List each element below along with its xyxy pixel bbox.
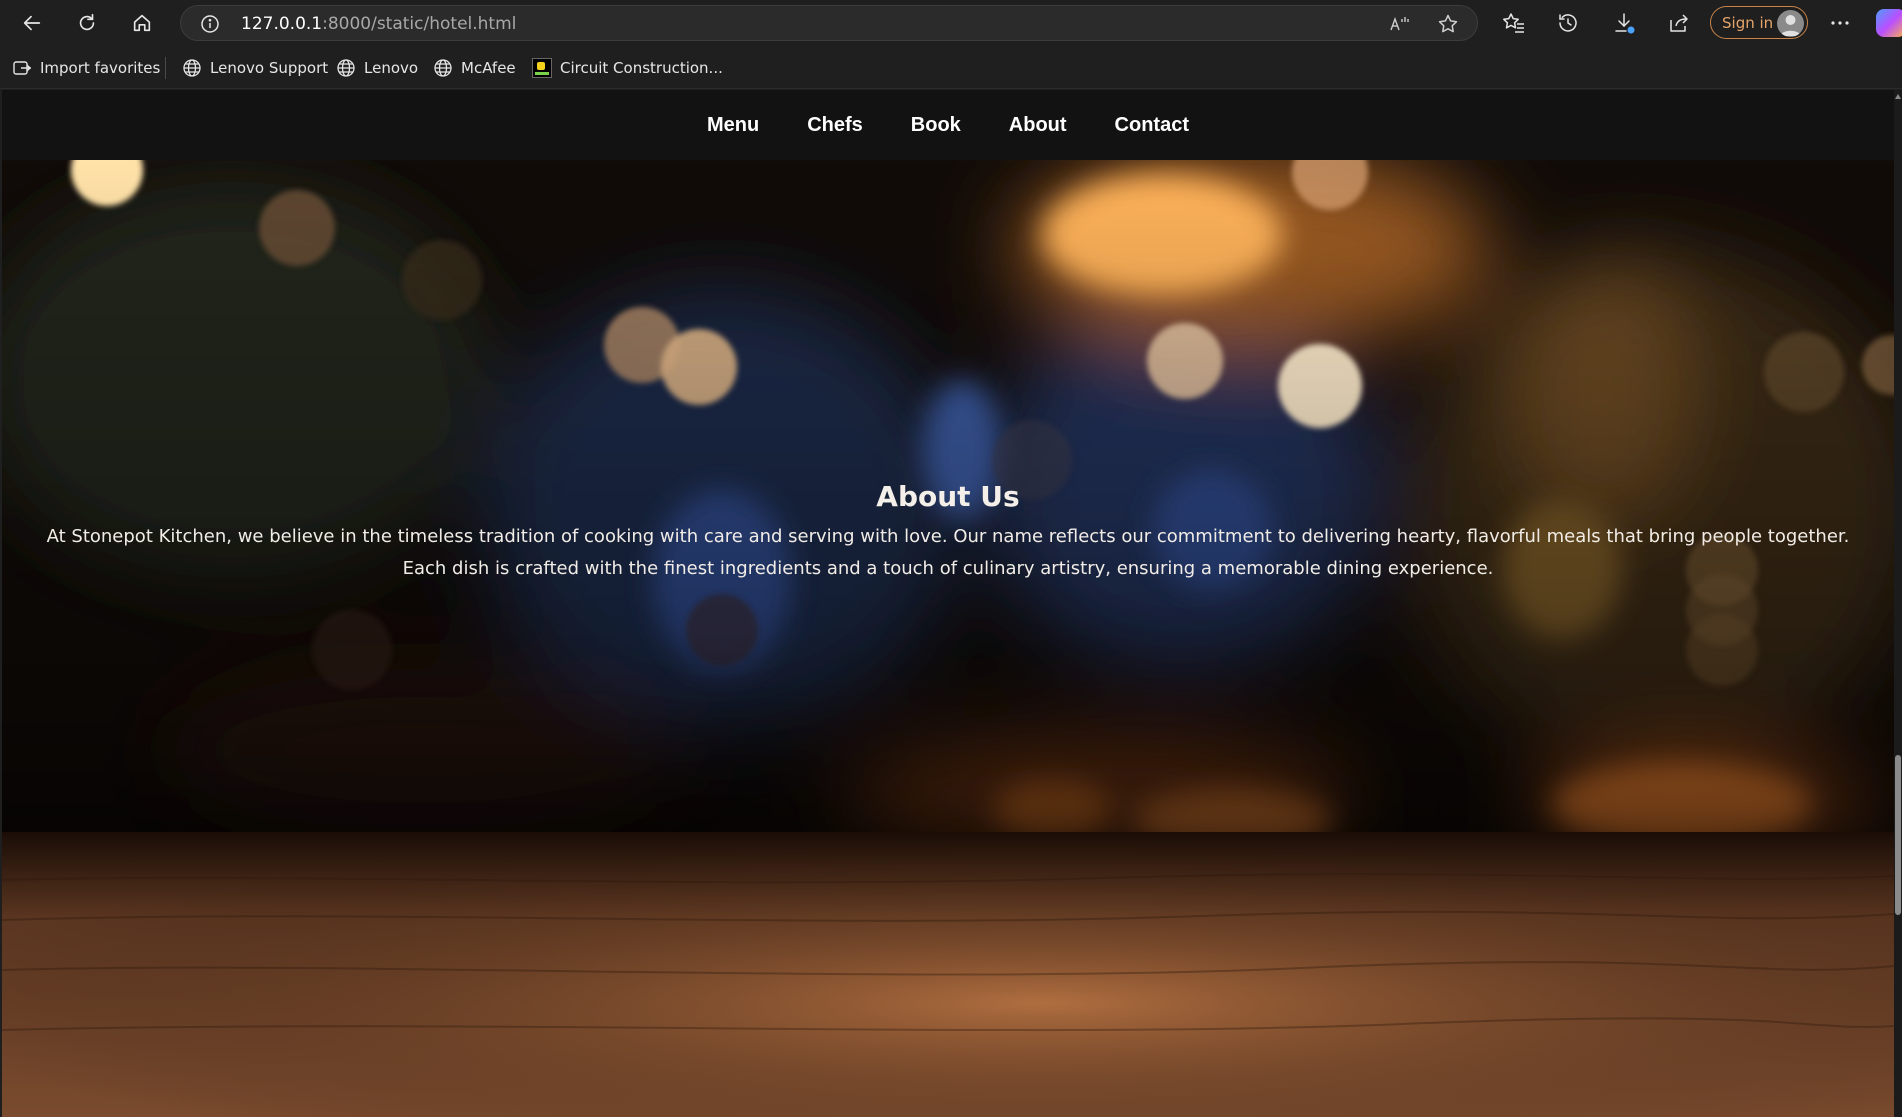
favorite-label: McAfee xyxy=(461,59,516,77)
about-hero-section: About Us At Stonepot Kitchen, we believe… xyxy=(2,160,1894,1117)
nav-link-contact[interactable]: Contact xyxy=(1115,114,1189,137)
page-scrollbar[interactable] xyxy=(1894,90,1902,1117)
globe-icon xyxy=(337,59,355,77)
favorites-icon[interactable] xyxy=(1502,11,1526,35)
favorite-star-icon[interactable] xyxy=(1437,13,1459,35)
read-aloud-icon[interactable] xyxy=(1388,13,1410,35)
browser-toolbar: 127.0.0.1:8000/static/hotel.html Sign in xyxy=(0,0,1902,45)
profile-avatar-icon xyxy=(1777,10,1804,37)
favorite-import[interactable]: Import favorites xyxy=(12,57,160,79)
favorites-divider xyxy=(165,57,166,79)
url-path: :8000/static/hotel.html xyxy=(322,14,517,34)
bokeh-background-image xyxy=(2,160,1894,1117)
home-icon xyxy=(133,14,151,32)
downloads-icon[interactable] xyxy=(1612,11,1636,35)
phet-icon xyxy=(532,58,552,78)
page-viewport: Menu Chefs Book About Contact About Us A… xyxy=(2,90,1894,1117)
refresh-button[interactable] xyxy=(70,6,104,40)
site-info-icon[interactable] xyxy=(200,14,220,34)
refresh-icon xyxy=(79,13,95,31)
back-arrow-icon xyxy=(23,15,41,31)
import-icon xyxy=(13,61,31,75)
globe-icon xyxy=(434,59,452,77)
favorite-lenovo[interactable]: Lenovo xyxy=(336,57,418,79)
sign-in-button[interactable]: Sign in xyxy=(1710,6,1808,39)
history-icon[interactable] xyxy=(1556,11,1580,35)
favorite-label: Import favorites xyxy=(40,59,161,77)
more-options-icon[interactable] xyxy=(1828,11,1852,35)
nav-link-about[interactable]: About xyxy=(1009,114,1067,137)
sign-in-label: Sign in xyxy=(1722,14,1774,32)
favorite-mcafee[interactable]: McAfee xyxy=(433,57,516,79)
scrollbar-thumb[interactable] xyxy=(1895,755,1901,915)
share-icon[interactable] xyxy=(1667,11,1691,35)
favorite-lenovo-support[interactable]: Lenovo Support xyxy=(182,57,328,79)
favorites-bar: Import favorites Lenovo Support Lenovo M… xyxy=(0,45,1902,89)
favorite-label: Lenovo xyxy=(364,59,419,77)
favorite-label: Circuit Construction... xyxy=(560,59,723,77)
address-bar[interactable]: 127.0.0.1:8000/static/hotel.html xyxy=(180,5,1478,41)
home-button[interactable] xyxy=(125,6,159,40)
nav-link-menu[interactable]: Menu xyxy=(707,114,759,137)
about-title: About Us xyxy=(876,480,1020,513)
globe-icon xyxy=(183,59,201,77)
nav-link-book[interactable]: Book xyxy=(911,114,961,137)
favorite-label: Lenovo Support xyxy=(210,59,329,77)
site-navigation: Menu Chefs Book About Contact xyxy=(2,90,1894,160)
back-button[interactable] xyxy=(15,6,49,40)
copilot-icon[interactable] xyxy=(1876,9,1902,37)
nav-link-chefs[interactable]: Chefs xyxy=(807,114,863,137)
scroll-up-arrow-icon[interactable] xyxy=(1895,94,1901,99)
about-description: At Stonepot Kitchen, we believe in the t… xyxy=(46,526,1850,579)
about-content: About Us At Stonepot Kitchen, we believe… xyxy=(2,479,1894,585)
favorite-circuit-construction[interactable]: Circuit Construction... xyxy=(532,57,723,79)
url-host: 127.0.0.1 xyxy=(241,14,323,34)
url-text[interactable]: 127.0.0.1:8000/static/hotel.html xyxy=(241,14,516,34)
